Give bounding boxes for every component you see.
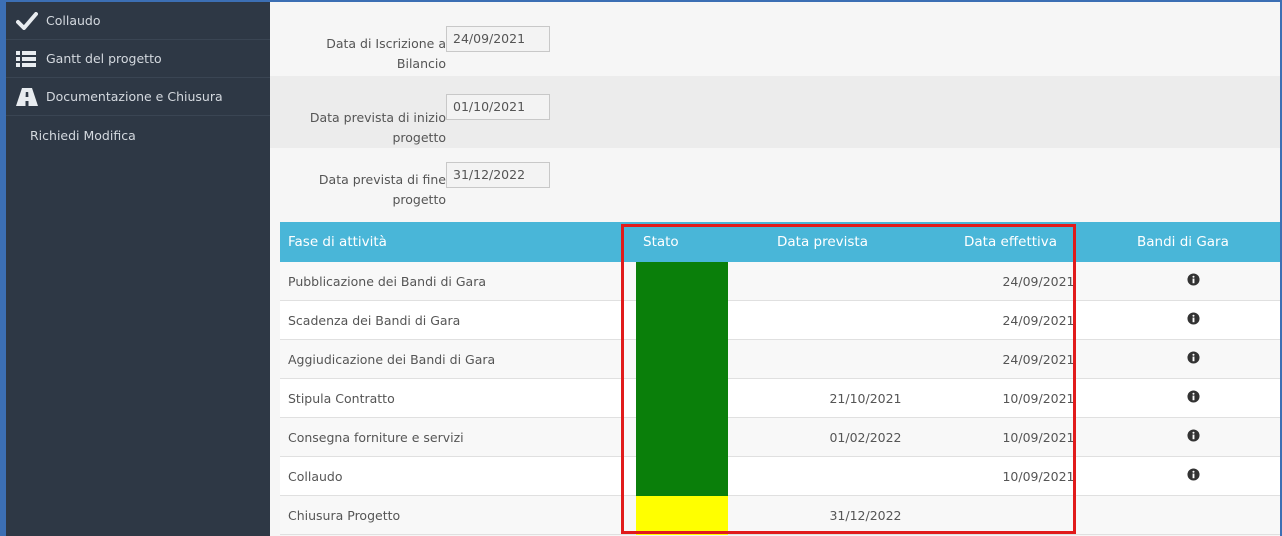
cell-fase: Consegna forniture e servizi — [288, 429, 464, 445]
cell-fase: Aggiudicazione dei Bandi di Gara — [288, 351, 496, 367]
cell-stato — [625, 261, 755, 301]
cell-fase: Collaudo — [288, 468, 343, 484]
sidebar-item-label: Collaudo — [46, 13, 101, 28]
cell-bandi-di-gara — [1085, 340, 1280, 378]
road-icon — [16, 87, 42, 106]
data-prevista-value: 31/12/2022 — [829, 507, 902, 523]
header-stato: Stato — [643, 234, 679, 250]
header-fase: Fase di attività — [288, 234, 387, 250]
cell-data-prevista: 01/02/2022 — [755, 418, 920, 456]
cell-stato — [625, 495, 755, 535]
table-header: Fase di attività Stato Data prevista Dat… — [280, 222, 1280, 262]
data-effettiva-value: 24/09/2021 — [1002, 273, 1075, 289]
status-swatch — [636, 456, 728, 496]
date-label-line1: Data prevista di inizio — [309, 110, 446, 125]
date-label-line1: Data prevista di fine — [318, 172, 446, 187]
cell-data-effettiva: 10/09/2021 — [920, 457, 1085, 495]
date-input-inizio[interactable]: 01/10/2021 — [446, 94, 550, 120]
data-prevista-value: 21/10/2021 — [829, 390, 902, 406]
cell-fase: Scadenza dei Bandi di Gara — [288, 312, 461, 328]
sidebar-item-documentazione[interactable]: Documentazione e Chiusura — [6, 78, 270, 116]
info-icon[interactable] — [1187, 273, 1200, 289]
table-row: Chiusura Progetto 31/12/2022 — [280, 495, 1280, 535]
cell-data-effettiva: 10/09/2021 — [920, 379, 1085, 417]
cell-data-prevista: 31/12/2022 — [755, 496, 920, 534]
info-icon[interactable] — [1187, 351, 1200, 367]
date-label-line2: progetto — [392, 130, 446, 145]
cell-bandi-di-gara — [1085, 496, 1280, 534]
cell-data-prevista — [755, 262, 920, 300]
cell-bandi-di-gara — [1085, 262, 1280, 300]
cell-data-effettiva — [920, 496, 1085, 534]
cell-fase: Pubblicazione dei Bandi di Gara — [288, 273, 486, 289]
date-input-iscrizione[interactable]: 24/09/2021 — [446, 26, 550, 52]
sidebar-item-gantt[interactable]: Gantt del progetto — [6, 40, 270, 78]
cell-stato — [625, 417, 755, 457]
cell-bandi-di-gara — [1085, 457, 1280, 495]
table-row: Pubblicazione dei Bandi di Gara 24/09/202… — [280, 261, 1280, 301]
table-row: Collaudo 10/09/2021 — [280, 456, 1280, 496]
table-row: Stipula Contratto 21/10/2021 10/09/2021 — [280, 378, 1280, 418]
info-icon[interactable] — [1187, 312, 1200, 328]
status-swatch — [636, 261, 728, 301]
header-data-effettiva: Data effettiva — [964, 234, 1058, 250]
status-swatch — [636, 378, 728, 418]
cell-stato — [625, 378, 755, 418]
cell-stato — [625, 456, 755, 496]
sidebar-item-collaudo[interactable]: Collaudo — [6, 2, 270, 40]
cell-bandi-di-gara — [1085, 418, 1280, 456]
data-prevista-value: 01/02/2022 — [829, 429, 902, 445]
data-effettiva-value: 24/09/2021 — [1002, 312, 1075, 328]
status-swatch — [636, 339, 728, 379]
data-effettiva-value: 10/09/2021 — [1002, 429, 1075, 445]
cell-data-effettiva: 10/09/2021 — [920, 418, 1085, 456]
phases-table: Fase di attività Stato Data prevista Dat… — [280, 222, 1280, 535]
cell-stato — [625, 300, 755, 340]
info-icon[interactable] — [1187, 429, 1200, 445]
status-swatch — [636, 417, 728, 457]
cell-fase: Stipula Contratto — [288, 390, 395, 406]
sidebar-item-label: Richiedi Modifica — [30, 127, 136, 143]
checkmark-icon — [16, 11, 42, 30]
data-effettiva-value: 10/09/2021 — [1002, 468, 1075, 484]
cell-bandi-di-gara — [1085, 379, 1280, 417]
list-icon — [16, 50, 42, 68]
table-row: Consegna forniture e servizi 01/02/2022 10… — [280, 417, 1280, 457]
status-swatch — [636, 300, 728, 340]
sidebar-item-label: Documentazione e Chiusura — [46, 89, 223, 104]
cell-data-prevista — [755, 340, 920, 378]
cell-data-prevista — [755, 301, 920, 339]
header-bandi-di-gara: Bandi di Gara — [1137, 234, 1229, 250]
cell-stato — [625, 339, 755, 379]
sidebar: Collaudo Gantt del progetto Documentazio… — [6, 2, 270, 536]
date-label-line2: Bilancio — [396, 56, 446, 71]
date-row-fine: Data prevista di fine progetto 31/12/202… — [270, 150, 1280, 222]
cell-data-prevista: 21/10/2021 — [755, 379, 920, 417]
sidebar-item-label: Gantt del progetto — [46, 51, 162, 66]
cell-data-effettiva: 24/09/2021 — [920, 262, 1085, 300]
cell-fase: Chiusura Progetto — [288, 507, 401, 523]
date-label-fine: Data prevista di fine progetto — [290, 170, 446, 210]
table-row: Aggiudicazione dei Bandi di Gara 24/09/20… — [280, 339, 1280, 379]
cell-data-effettiva: 24/09/2021 — [920, 340, 1085, 378]
table-row: Scadenza dei Bandi di Gara 24/09/2021 — [280, 300, 1280, 340]
header-data-prevista: Data prevista — [777, 234, 868, 250]
date-row-iscrizione: Data di Iscrizione a Bilancio 24/09/2021 — [270, 2, 1280, 74]
info-icon[interactable] — [1187, 390, 1200, 406]
date-label-inizio: Data prevista di inizio progetto — [290, 108, 446, 148]
cell-bandi-di-gara — [1085, 301, 1280, 339]
date-label-iscrizione: Data di Iscrizione a Bilancio — [290, 34, 446, 74]
sidebar-item-richiedi-modifica[interactable]: Richiedi Modifica — [6, 116, 270, 154]
info-icon[interactable] — [1187, 468, 1200, 484]
status-swatch — [636, 495, 728, 535]
data-effettiva-value: 24/09/2021 — [1002, 351, 1075, 367]
cell-data-prevista — [755, 457, 920, 495]
date-input-fine[interactable]: 31/12/2022 — [446, 162, 550, 188]
date-label-line2: progetto — [392, 192, 446, 207]
date-row-inizio: Data prevista di inizio progetto 01/10/2… — [270, 76, 1280, 148]
data-effettiva-value: 10/09/2021 — [1002, 390, 1075, 406]
table-body: Pubblicazione dei Bandi di Gara 24/09/202… — [280, 261, 1280, 535]
cell-data-effettiva: 24/09/2021 — [920, 301, 1085, 339]
date-label-line1: Data di Iscrizione a — [326, 36, 446, 51]
